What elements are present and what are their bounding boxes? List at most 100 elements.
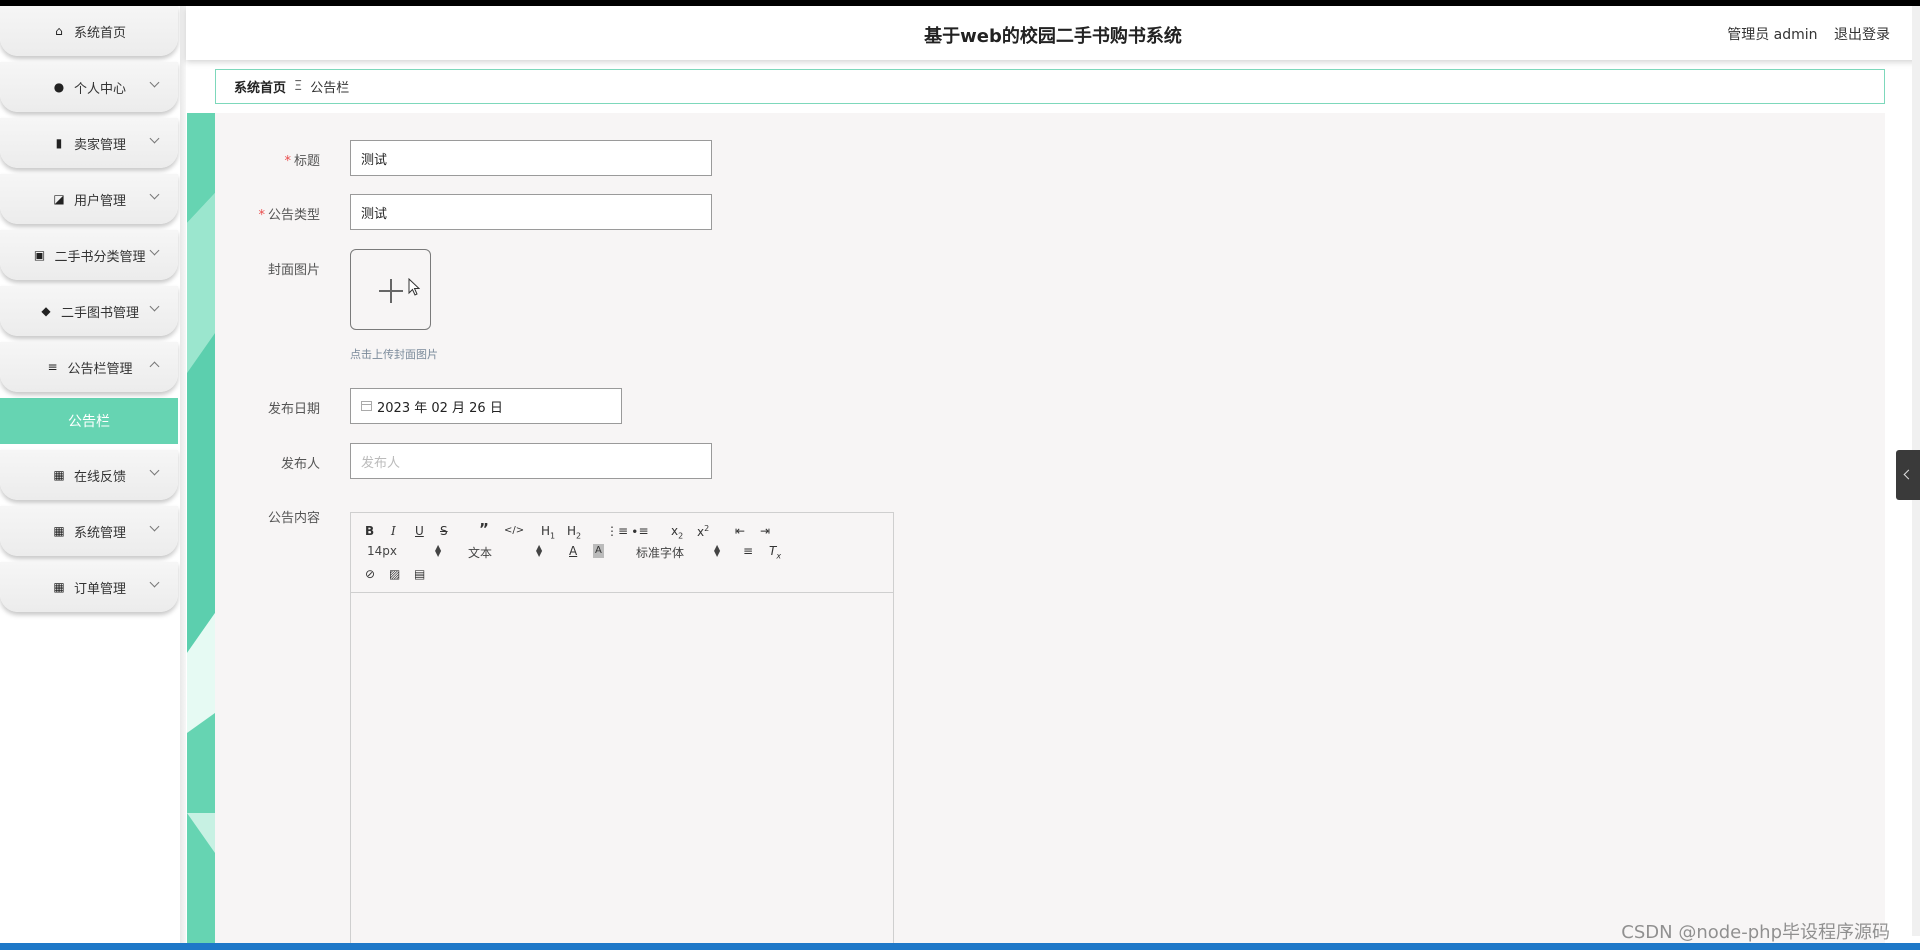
ordered-list-icon[interactable]: ⋮≡ <box>606 524 628 538</box>
content-label: 公告内容 <box>267 511 320 526</box>
publisher-label: 发布人 <box>280 457 320 472</box>
cover-upload-button[interactable] <box>350 249 431 330</box>
sidebar-item-1[interactable]: ● 个人中心 <box>0 62 178 112</box>
breadcrumb-current: 公告栏 <box>310 81 350 96</box>
user-label: 管理员 admin <box>1727 27 1818 43</box>
heading2-icon[interactable]: H2 <box>567 524 581 543</box>
watermark: CSDN @node-php毕设程序源码 <box>1621 922 1890 943</box>
date-value: 2023 年 02 月 26 日 <box>377 400 503 416</box>
cover-upload-hint: 点击上传封面图片 <box>350 348 438 361</box>
type-row: * 公告类型 <box>215 204 320 223</box>
decorative-strip <box>187 113 215 950</box>
font-color-icon[interactable]: A <box>569 544 577 558</box>
publisher-input[interactable]: 发布人 <box>350 443 712 479</box>
location-pin-icon: ◆ <box>41 304 51 318</box>
align-icon[interactable]: ≡ <box>743 544 753 558</box>
sidebar-item-0[interactable]: ⌂ 系统首页 <box>0 6 178 56</box>
sidebar-item-4[interactable]: ▣ 二手书分类管理 <box>0 230 178 280</box>
sidebar-item-7[interactable]: ▦ 在线反馈 <box>0 450 178 500</box>
submenu-item-active[interactable]: 公告栏 <box>0 398 178 444</box>
title-label: * 标题 <box>284 154 320 169</box>
sidebar-item-label: 卖家管理 <box>73 137 126 153</box>
date-picker-input[interactable]: 2023 年 02 月 26 日 <box>350 388 622 424</box>
breadcrumb-home[interactable]: 系统首页 <box>234 77 286 96</box>
chevron-down-icon <box>149 133 160 144</box>
chevron-left-icon <box>1903 469 1914 480</box>
breadcrumb: 系统首页 Ξ 公告栏 <box>215 69 1885 104</box>
select-arrows-icon: ▲ ▼ <box>714 543 721 558</box>
video-icon[interactable]: ▤ <box>414 567 425 581</box>
required-mark: * <box>284 154 291 169</box>
plus-icon-vertical <box>390 279 392 303</box>
sidebar-item-5[interactable]: ◆ 二手图书管理 <box>0 286 178 336</box>
publisher-row: 发布人 <box>215 453 320 472</box>
user-area: 管理员 admin 退出登录 <box>1727 24 1890 44</box>
cover-label: 封面图片 <box>267 263 320 278</box>
sidebar-item-label: 个人中心 <box>73 81 126 97</box>
sidebar-divider <box>180 6 186 950</box>
cursor-icon <box>408 278 420 296</box>
superscript-icon[interactable]: x2 <box>697 522 709 539</box>
blockquote-icon[interactable]: ” <box>479 522 489 537</box>
text-style-select[interactable]: 文本 ▲ ▼ <box>468 544 544 561</box>
font-family-select[interactable]: 标准字体 ▲ ▼ <box>636 544 722 561</box>
grid-icon: ▦ <box>53 468 65 482</box>
background-color-icon[interactable]: A <box>593 544 604 558</box>
taskbar-strip <box>0 943 1920 950</box>
rich-text-editor: B I U S ” </> H1 H2 ⋮≡ ∙≡ x2 x2 ⇤ ⇥ 14px… <box>350 512 894 950</box>
chevron-down-icon <box>149 189 160 200</box>
date-row: 发布日期 <box>215 398 320 417</box>
type-label: * 公告类型 <box>258 208 320 223</box>
indent-icon[interactable]: ⇥ <box>760 524 770 538</box>
side-panel-toggle[interactable] <box>1896 450 1920 500</box>
sidebar-item-2[interactable]: ▮ 卖家管理 <box>0 118 178 168</box>
form-panel: * 标题 测试 * 公告类型 测试 封面图片 点击上传封面图片 发布日期 202… <box>215 113 1885 950</box>
clipboard-icon: ▣ <box>33 248 46 262</box>
type-input[interactable]: 测试 <box>350 194 712 230</box>
breadcrumb-separator: Ξ <box>294 79 303 94</box>
title-row: * 标题 <box>215 150 320 169</box>
sidebar-item-label: 系统首页 <box>73 25 126 41</box>
image-icon[interactable]: ▨ <box>389 567 400 581</box>
italic-icon[interactable]: I <box>391 524 396 538</box>
required-mark: * <box>258 208 265 223</box>
sidebar-item-3[interactable]: ◪ 用户管理 <box>0 174 178 224</box>
underline-icon[interactable]: U <box>415 524 424 538</box>
chevron-down-icon <box>149 465 160 476</box>
logout-button[interactable]: 退出登录 <box>1834 27 1890 43</box>
content-row: 公告内容 <box>215 507 320 526</box>
app-title: 基于web的校园二手书购书系统 <box>924 26 1182 47</box>
editor-body[interactable] <box>351 593 893 950</box>
sidebar-item-6[interactable]: ≡ 公告栏管理 <box>0 342 178 392</box>
strikethrough-icon[interactable]: S <box>440 524 448 538</box>
chevron-down-icon <box>149 577 160 588</box>
select-arrows-icon: ▲ ▼ <box>536 543 543 558</box>
chevron-down-icon <box>149 245 160 256</box>
sidebar-item-label: 公告栏管理 <box>67 361 133 377</box>
sidebar-item-label: 用户管理 <box>73 193 126 209</box>
heading1-icon[interactable]: H1 <box>541 524 555 543</box>
sidebar-item-9[interactable]: ▦ 订单管理 <box>0 562 178 612</box>
date-label: 发布日期 <box>267 402 320 417</box>
cover-row: 封面图片 <box>215 259 320 278</box>
bar-chart-icon: ▮ <box>55 136 63 150</box>
grid-icon: ▦ <box>53 580 65 594</box>
outdent-icon[interactable]: ⇤ <box>735 524 745 538</box>
title-input[interactable]: 测试 <box>350 140 712 176</box>
person-icon: ● <box>53 80 65 94</box>
sidebar-item-8[interactable]: ▦ 系统管理 <box>0 506 178 556</box>
header: 基于web的校园二手书购书系统 管理员 admin 退出登录 <box>186 6 1920 60</box>
sidebar-item-label: 系统管理 <box>73 525 126 541</box>
code-block-icon[interactable]: </> <box>504 524 524 538</box>
chevron-up-icon <box>149 361 160 372</box>
bold-icon[interactable]: B <box>365 524 374 538</box>
link-icon[interactable]: ⊘ <box>365 567 375 581</box>
trend-chart-icon: ◪ <box>53 192 65 206</box>
grid-icon: ▦ <box>53 524 65 538</box>
sliders-icon: ≡ <box>47 360 58 374</box>
select-arrows-icon: ▲ ▼ <box>435 543 442 558</box>
bullet-list-icon[interactable]: ∙≡ <box>631 524 649 538</box>
clear-format-icon[interactable]: Tx <box>769 544 781 563</box>
subscript-icon[interactable]: x2 <box>671 524 683 543</box>
font-size-select[interactable]: 14px ▲ ▼ <box>367 543 443 559</box>
